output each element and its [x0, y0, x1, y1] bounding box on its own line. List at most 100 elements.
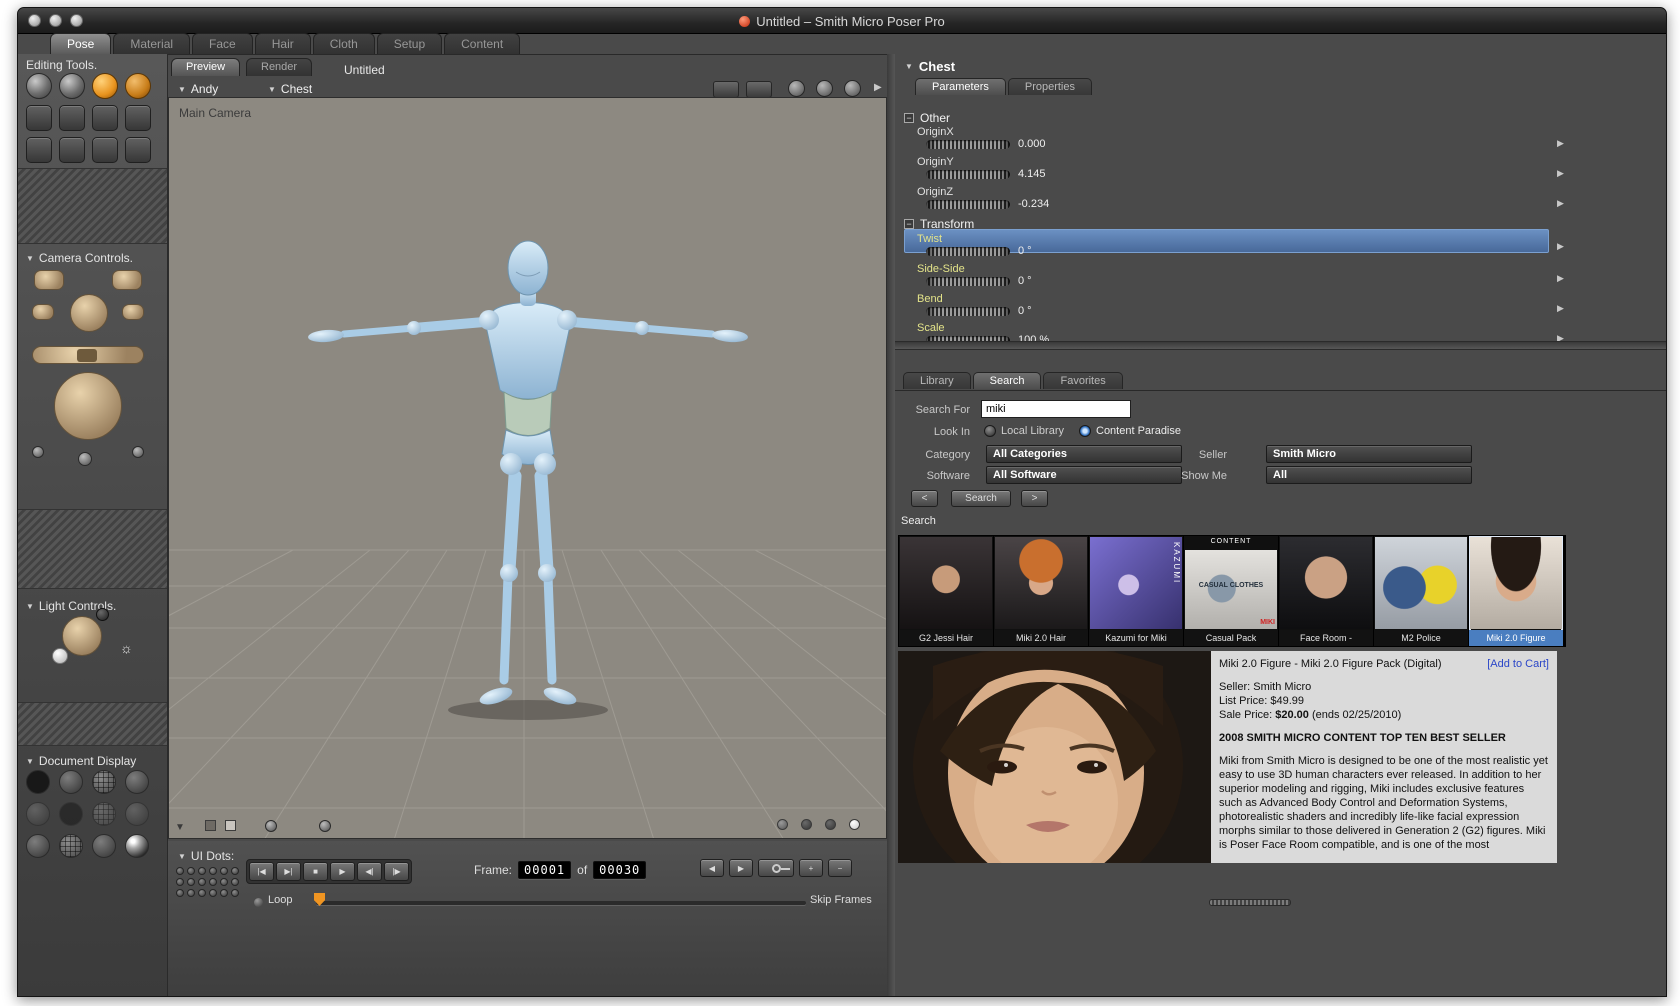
- collapse-group-icon[interactable]: −: [904, 219, 914, 229]
- ui-dot[interactable]: [187, 889, 195, 897]
- local-library-option-label[interactable]: Local Library: [1001, 425, 1064, 437]
- camera-scale-icon[interactable]: [132, 446, 144, 458]
- display-style-silhouette-icon[interactable]: [26, 770, 50, 794]
- right-hand-camera-icon[interactable]: [122, 304, 144, 320]
- param-group-transform[interactable]: − Transform: [904, 217, 974, 231]
- result-thumb-kazumi[interactable]: KAZUMI Kazumi for Miki: [1089, 536, 1183, 646]
- direct-manipulation-tool-icon[interactable]: [125, 137, 151, 163]
- light-dark-icon[interactable]: [96, 608, 109, 621]
- view-pane-dot-2-icon[interactable]: [801, 819, 812, 830]
- ui-dot[interactable]: [187, 867, 195, 875]
- tab-face[interactable]: Face: [192, 33, 253, 54]
- result-thumb-m2-police[interactable]: M2 Police: [1374, 536, 1468, 646]
- param-value[interactable]: 100 %: [1018, 334, 1049, 341]
- ui-dot[interactable]: [176, 889, 184, 897]
- param-value[interactable]: 0 °: [1018, 305, 1032, 317]
- next-keyframe-button[interactable]: ▶: [729, 859, 753, 877]
- parameter-dial[interactable]: [926, 276, 1010, 286]
- display-style-smooth-icon[interactable]: [26, 834, 50, 858]
- category-select[interactable]: All Categories: [986, 445, 1182, 463]
- tab-material[interactable]: Material: [113, 33, 191, 54]
- add-keyframe-button[interactable]: +: [799, 859, 823, 877]
- seller-select[interactable]: Smith Micro: [1266, 445, 1472, 463]
- translate-inout-tool-icon[interactable]: [125, 73, 151, 99]
- parameter-dial[interactable]: [926, 306, 1010, 316]
- ui-dot[interactable]: [220, 867, 228, 875]
- param-value[interactable]: 0.000: [1018, 138, 1046, 150]
- tracking-mode-icon[interactable]: [844, 80, 861, 97]
- camera-dolly-icon[interactable]: [32, 446, 44, 458]
- tab-cloth[interactable]: Cloth: [312, 33, 375, 54]
- content-paradise-radio[interactable]: [1079, 425, 1091, 437]
- ui-dot[interactable]: [209, 889, 217, 897]
- param-options-arrow-icon[interactable]: ▶: [1557, 138, 1564, 149]
- show-me-select[interactable]: All: [1266, 466, 1472, 484]
- ui-dot[interactable]: [209, 867, 217, 875]
- ui-dot[interactable]: [176, 878, 184, 886]
- prev-page-button[interactable]: <: [911, 490, 938, 507]
- disclosure-triangle-icon[interactable]: ▼: [178, 852, 186, 861]
- actor-menu[interactable]: ▼ Chest: [268, 82, 312, 96]
- result-thumb-casual-pack[interactable]: CONTENT CASUAL CLOTHES MIKI Casual Pack: [1184, 536, 1278, 646]
- play-button[interactable]: ▶: [330, 862, 355, 881]
- param-value[interactable]: -0.234: [1018, 198, 1049, 210]
- tab-library[interactable]: Library: [903, 372, 971, 389]
- viewport-3d[interactable]: Main Camera ▼: [168, 97, 887, 839]
- param-options-arrow-icon[interactable]: ▶: [1557, 241, 1564, 252]
- camera-controls-header[interactable]: ▼ Camera Controls.: [26, 251, 133, 265]
- ui-dot[interactable]: [187, 878, 195, 886]
- search-button[interactable]: Search: [951, 490, 1011, 507]
- horizontal-scrollbar[interactable]: [1209, 899, 1291, 906]
- chain-break-tool-icon[interactable]: [92, 105, 118, 131]
- shadow-color-icon[interactable]: [265, 820, 277, 832]
- grouping-tool-icon[interactable]: [26, 137, 52, 163]
- disclosure-triangle-icon[interactable]: ▼: [26, 757, 34, 766]
- step-forward-button[interactable]: |▶: [384, 862, 409, 881]
- param-options-arrow-icon[interactable]: ▶: [1557, 168, 1564, 179]
- last-frame-button[interactable]: ▶|: [276, 862, 301, 881]
- left-hand-camera-icon[interactable]: [32, 304, 54, 320]
- view-pane-dot-4-icon[interactable]: [849, 819, 860, 830]
- ui-dot[interactable]: [220, 878, 228, 886]
- tab-render[interactable]: Render: [246, 58, 313, 76]
- tab-favorites[interactable]: Favorites: [1043, 372, 1123, 389]
- parameter-dial[interactable]: [926, 199, 1010, 209]
- display-style-texture-shaded-icon[interactable]: [125, 834, 149, 858]
- ui-dot[interactable]: [198, 867, 206, 875]
- restore-pose-icon[interactable]: [746, 81, 772, 98]
- local-library-radio[interactable]: [984, 425, 996, 437]
- display-style-flat-icon[interactable]: [59, 802, 83, 826]
- translate-pull-tool-icon[interactable]: [92, 73, 118, 99]
- foreground-color-chip[interactable]: [225, 820, 236, 831]
- stop-button[interactable]: ■: [303, 862, 328, 881]
- parameter-dial[interactable]: [926, 139, 1010, 149]
- tab-preview[interactable]: Preview: [171, 58, 241, 76]
- scale-tool-icon[interactable]: [26, 105, 52, 131]
- parameter-dial[interactable]: [926, 169, 1010, 179]
- background-color-chip[interactable]: [205, 820, 216, 831]
- param-group-other[interactable]: − Other: [904, 111, 950, 125]
- param-value[interactable]: 4.145: [1018, 168, 1046, 180]
- total-frames-field[interactable]: 00030: [593, 861, 647, 879]
- depth-cue-icon[interactable]: [788, 80, 805, 97]
- display-style-flat-lined-icon[interactable]: [92, 802, 116, 826]
- display-style-lit-wireframe-icon[interactable]: [26, 802, 50, 826]
- camera-name-label[interactable]: Main Camera: [179, 106, 251, 120]
- mannequin-figure[interactable]: [268, 238, 788, 738]
- panel-collapse-arrow-icon[interactable]: ▶: [874, 82, 882, 93]
- next-page-button[interactable]: >: [1021, 490, 1048, 507]
- sun-icon[interactable]: ☼: [120, 640, 133, 656]
- tab-setup[interactable]: Setup: [376, 33, 443, 54]
- ui-dot[interactable]: [231, 867, 239, 875]
- content-paradise-option-label[interactable]: Content Paradise: [1096, 425, 1181, 437]
- software-select[interactable]: All Software: [986, 466, 1182, 484]
- collapse-group-icon[interactable]: −: [904, 113, 914, 123]
- param-value[interactable]: 0 °: [1018, 275, 1032, 287]
- add-to-cart-link[interactable]: [Add to Cart]: [1487, 657, 1549, 671]
- ui-dots-header[interactable]: ▼ UI Dots:: [178, 849, 234, 863]
- ui-dot[interactable]: [176, 867, 184, 875]
- camera-focal-icon[interactable]: [78, 452, 92, 466]
- loop-toggle[interactable]: [254, 898, 263, 907]
- panel-splitter[interactable]: [887, 54, 895, 996]
- param-options-arrow-icon[interactable]: ▶: [1557, 303, 1564, 314]
